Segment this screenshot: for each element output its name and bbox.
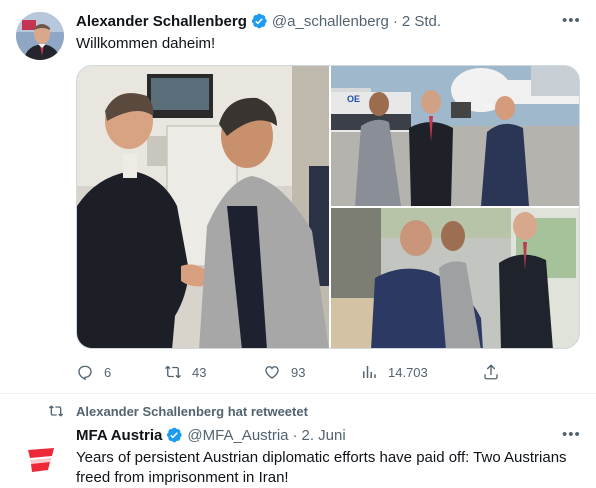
timestamp[interactable]: 2. Juni xyxy=(302,427,346,444)
retweet-count: 43 xyxy=(192,364,207,380)
share-icon xyxy=(484,364,498,380)
share-button[interactable] xyxy=(482,361,510,383)
more-icon[interactable]: ••• xyxy=(562,427,580,448)
views-button[interactable]: 14.703 xyxy=(360,361,428,383)
timestamp[interactable]: 2 Std. xyxy=(402,13,441,30)
author-handle[interactable]: @a_schallenberg xyxy=(272,13,389,30)
separator-dot: · xyxy=(292,426,298,444)
retweet-button[interactable]: 43 xyxy=(164,361,206,383)
reply-button[interactable]: 6 xyxy=(76,361,111,383)
media-grid[interactable]: OE xyxy=(76,65,580,349)
like-button[interactable]: 93 xyxy=(263,361,305,383)
like-count: 93 xyxy=(291,364,306,380)
views-icon xyxy=(363,366,376,378)
photo-bus[interactable] xyxy=(331,208,579,348)
more-icon[interactable]: ••• xyxy=(562,13,580,34)
plane-lettering: OE xyxy=(347,94,360,104)
photo-airport[interactable]: OE xyxy=(331,66,579,206)
verified-icon xyxy=(167,427,183,443)
retweet-icon xyxy=(165,365,181,379)
tweet-text: Years of persistent Austrian diplomatic … xyxy=(76,449,567,486)
photo-handshake[interactable] xyxy=(77,66,329,348)
views-count: 14.703 xyxy=(388,364,428,380)
tweet-header: Alexander Schallenberg @a_schallenberg ·… xyxy=(76,11,441,31)
tweet-header: MFA Austria @MFA_Austria · 2. Juni xyxy=(76,425,346,445)
retweet-notice-text[interactable]: Alexander Schallenberg hat retweetet xyxy=(76,404,308,419)
avatar[interactable] xyxy=(16,434,64,482)
tweet-actions: 6 43 93 14.703 xyxy=(76,361,506,383)
tweet-schallenberg[interactable]: Alexander Schallenberg @a_schallenberg ·… xyxy=(0,0,596,393)
author-name[interactable]: Alexander Schallenberg xyxy=(76,13,247,30)
author-name[interactable]: MFA Austria xyxy=(76,427,162,444)
retweet-notice: Alexander Schallenberg hat retweetet xyxy=(48,403,308,419)
avatar[interactable] xyxy=(16,12,64,60)
tweet-text: Willkommen daheim! xyxy=(76,35,216,52)
author-handle[interactable]: @MFA_Austria xyxy=(187,427,288,444)
like-icon xyxy=(265,366,279,379)
reply-count: 6 xyxy=(104,364,112,380)
tweet-mfa-austria[interactable]: Alexander Schallenberg hat retweetet MFA… xyxy=(0,394,596,486)
separator-dot: · xyxy=(392,12,398,30)
verified-icon xyxy=(251,13,267,29)
reply-icon xyxy=(78,365,92,381)
retweet-icon xyxy=(48,405,64,417)
